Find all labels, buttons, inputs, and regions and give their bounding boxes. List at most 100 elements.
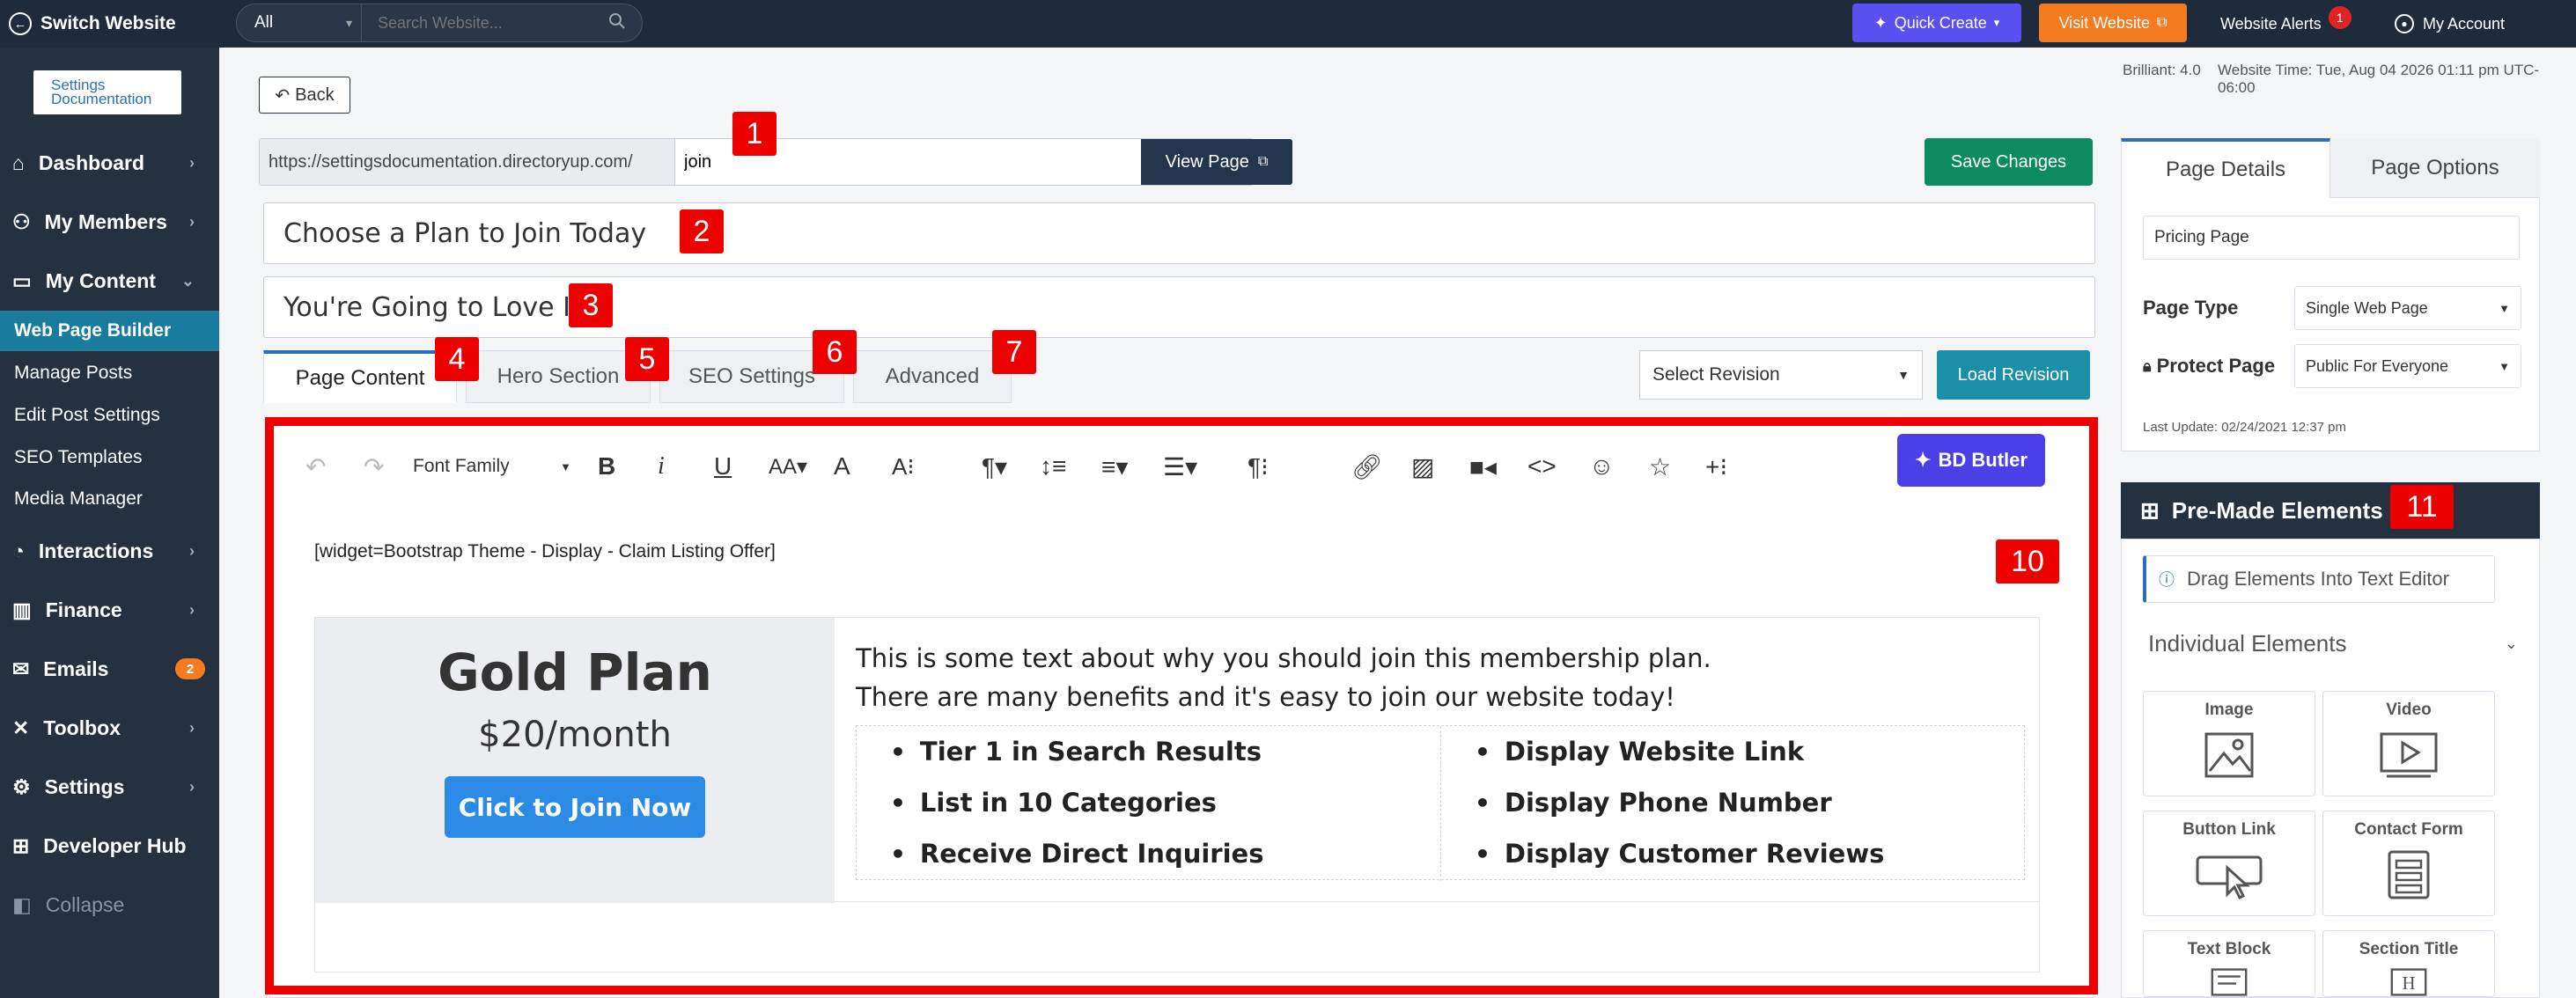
revision-select-value: Select Revision — [1652, 364, 1780, 385]
tab-page-details[interactable]: Page Details — [2121, 138, 2330, 198]
plan-block[interactable]: Gold Plan $20/month Click to Join Now Th… — [314, 617, 2040, 903]
text-editor: ↶ ↷ Font Family ▼ B i U AA▾ A A⁝ ¶▾ ↕≡ ≡… — [269, 417, 2094, 998]
callout-marker: 6 — [813, 330, 857, 374]
italic-icon[interactable]: i — [658, 444, 665, 488]
callout-marker: 1 — [732, 112, 776, 156]
font-family-select[interactable]: Font Family ▼ — [413, 444, 571, 488]
tab-page-content[interactable]: Page Content — [263, 350, 457, 403]
bd-butler-button[interactable]: ✦ BD Butler — [1897, 434, 2045, 487]
page-name-input[interactable]: Pricing Page — [2143, 216, 2520, 260]
text-color-icon[interactable]: A — [834, 444, 850, 488]
page-type-select[interactable]: Single Web Page ▼ — [2294, 286, 2521, 330]
sidebar-item-my-members[interactable]: ⚇ My Members › — [0, 194, 219, 249]
element-contact-form[interactable]: Contact Form — [2322, 811, 2495, 916]
site-logo[interactable]: Settings Documentation — [33, 70, 181, 114]
undo-icon[interactable]: ↶ — [305, 444, 326, 488]
sidebar-sub-media-manager[interactable]: Media Manager — [0, 479, 219, 519]
underline-icon[interactable]: U — [714, 444, 732, 488]
element-image[interactable]: Image — [2143, 691, 2315, 796]
page-type-value: Single Web Page — [2306, 298, 2428, 317]
sidebar-item-emails[interactable]: ✉ Emails 2 — [0, 642, 219, 696]
quick-create-button[interactable]: ✦ Quick Create ▾ — [1852, 4, 2021, 42]
text-block-icon — [2211, 968, 2248, 996]
search-scope-select[interactable]: All ▾ — [237, 4, 362, 41]
paragraph-style-icon[interactable]: ¶⁝ — [1248, 444, 1269, 488]
join-now-button[interactable]: Click to Join Now — [445, 776, 705, 838]
sidebar-item-label: Settings — [44, 774, 125, 798]
sidebar-item-label: Toolbox — [43, 715, 121, 739]
tab-hero-section[interactable]: Hero Section — [466, 350, 651, 403]
emoticon-icon[interactable]: ☺ — [1589, 444, 1615, 488]
last-update-text: Last Update: 02/24/2021 12:37 pm — [2143, 420, 2347, 435]
empty-content-block[interactable] — [314, 902, 2040, 972]
sidebar-sub-seo-templates[interactable]: SEO Templates — [0, 437, 219, 478]
paragraph-format-icon[interactable]: ¶▾ — [982, 444, 1007, 488]
star-icon[interactable]: ☆ — [1649, 444, 1671, 488]
sidebar-item-settings[interactable]: ⚙ Settings › — [0, 760, 219, 814]
list-icon[interactable]: ☰▾ — [1163, 444, 1197, 488]
individual-elements-toggle[interactable]: Individual Elements ⌄ — [2148, 624, 2518, 663]
align-icon[interactable]: ≡▾ — [1101, 444, 1128, 488]
link-icon[interactable]: 🔗︎ — [1351, 444, 1383, 488]
my-account-button[interactable]: ● My Account — [2395, 9, 2505, 39]
caret-down-icon: ▼ — [2499, 359, 2510, 373]
sidebar-sub-edit-post-settings[interactable]: Edit Post Settings — [0, 395, 219, 436]
font-size-icon[interactable]: AA▾ — [769, 444, 807, 488]
sidebar-collapse[interactable]: ◧ Collapse — [0, 877, 219, 932]
element-section-title[interactable]: Section Title H — [2322, 930, 2495, 997]
element-text-block[interactable]: Text Block — [2143, 930, 2315, 997]
view-page-button[interactable]: View Page ⧉ — [1141, 139, 1292, 185]
sidebar-item-label: Finance — [45, 598, 122, 621]
save-changes-button[interactable]: Save Changes — [1925, 138, 2093, 186]
heading-icon: H — [2390, 968, 2427, 996]
premade-elements-title: Pre-Made Elements — [2171, 496, 2383, 524]
tab-page-options[interactable]: Page Options — [2330, 138, 2540, 198]
video-icon[interactable]: ■◂ — [1469, 444, 1497, 488]
sidebar-item-my-content[interactable]: ▭ My Content ⌄ — [0, 253, 219, 308]
sidebar-item-label: Dashboard — [38, 150, 145, 174]
plan-price: $20/month — [478, 715, 672, 755]
callout-marker: 2 — [680, 209, 724, 253]
element-label: Contact Form — [2354, 820, 2463, 839]
more-options-icon[interactable]: +⁝ — [1705, 444, 1727, 488]
widget-shortcode[interactable]: [widget=Bootstrap Theme - Display - Clai… — [314, 541, 776, 562]
back-button[interactable]: ↶ Back — [259, 77, 350, 114]
sidebar-sub-web-page-builder[interactable]: Web Page Builder — [0, 311, 219, 351]
chevron-down-icon: ▾ — [1993, 16, 2000, 29]
switch-website-button[interactable]: ← Switch Website — [9, 9, 176, 39]
revision-select[interactable]: Select Revision ▼ — [1639, 350, 1923, 400]
element-button-link[interactable]: Button Link — [2143, 811, 2315, 916]
image-icon[interactable]: ▨ — [1411, 444, 1434, 488]
sidebar-item-toolbox[interactable]: ✕ Toolbox › — [0, 701, 219, 755]
premade-elements-panel: ⓘ Drag Elements Into Text Editor Individ… — [2121, 539, 2540, 998]
page-title-input[interactable]: Choose a Plan to Join Today — [263, 202, 2095, 264]
search-input[interactable] — [378, 10, 589, 36]
feature-item: Tier 1 in Search Results — [890, 726, 1440, 777]
sidebar-item-dashboard[interactable]: ⌂ Dashboard › — [0, 136, 219, 190]
features-right-column: Display Website Link Display Phone Numbe… — [1441, 726, 2026, 881]
page-subtitle-input[interactable]: You're Going to Love It! — [263, 276, 2095, 338]
code-icon[interactable]: <> — [1527, 444, 1557, 488]
website-alerts-button[interactable]: Website Alerts 1 — [2220, 6, 2352, 39]
chevron-right-icon: › — [189, 541, 195, 560]
bold-icon[interactable]: B — [598, 444, 615, 488]
visit-website-button[interactable]: Visit Website ⧉ — [2039, 4, 2187, 42]
text-style-icon[interactable]: A⁝ — [892, 444, 915, 488]
sidebar-item-label: Collapse — [45, 892, 125, 916]
search-scope-value: All — [254, 13, 274, 32]
redo-icon[interactable]: ↷ — [364, 444, 384, 488]
element-video[interactable]: Video — [2322, 691, 2495, 796]
sidebar-item-developer-hub[interactable]: ⊞ Developer Hub — [0, 818, 219, 873]
load-revision-button[interactable]: Load Revision — [1937, 350, 2090, 400]
search-icon[interactable] — [608, 12, 626, 35]
tab-advanced[interactable]: Advanced — [853, 350, 1012, 403]
sidebar-item-finance[interactable]: ▥ Finance › — [0, 583, 219, 637]
sidebar-sub-manage-posts[interactable]: Manage Posts — [0, 353, 219, 393]
line-height-icon[interactable]: ↕≡ — [1040, 444, 1066, 488]
url-slug-input[interactable] — [684, 148, 913, 176]
sidebar-item-interactions[interactable]: ◔ Interactions › — [0, 524, 219, 578]
top-bar: ← Switch Website All ▾ ✦ Quick Create ▾ … — [0, 0, 2576, 48]
protect-page-select[interactable]: Public For Everyone ▼ — [2294, 344, 2521, 388]
sidebar-item-label: Interactions — [38, 539, 154, 562]
website-alerts-label: Website Alerts — [2220, 14, 2322, 33]
